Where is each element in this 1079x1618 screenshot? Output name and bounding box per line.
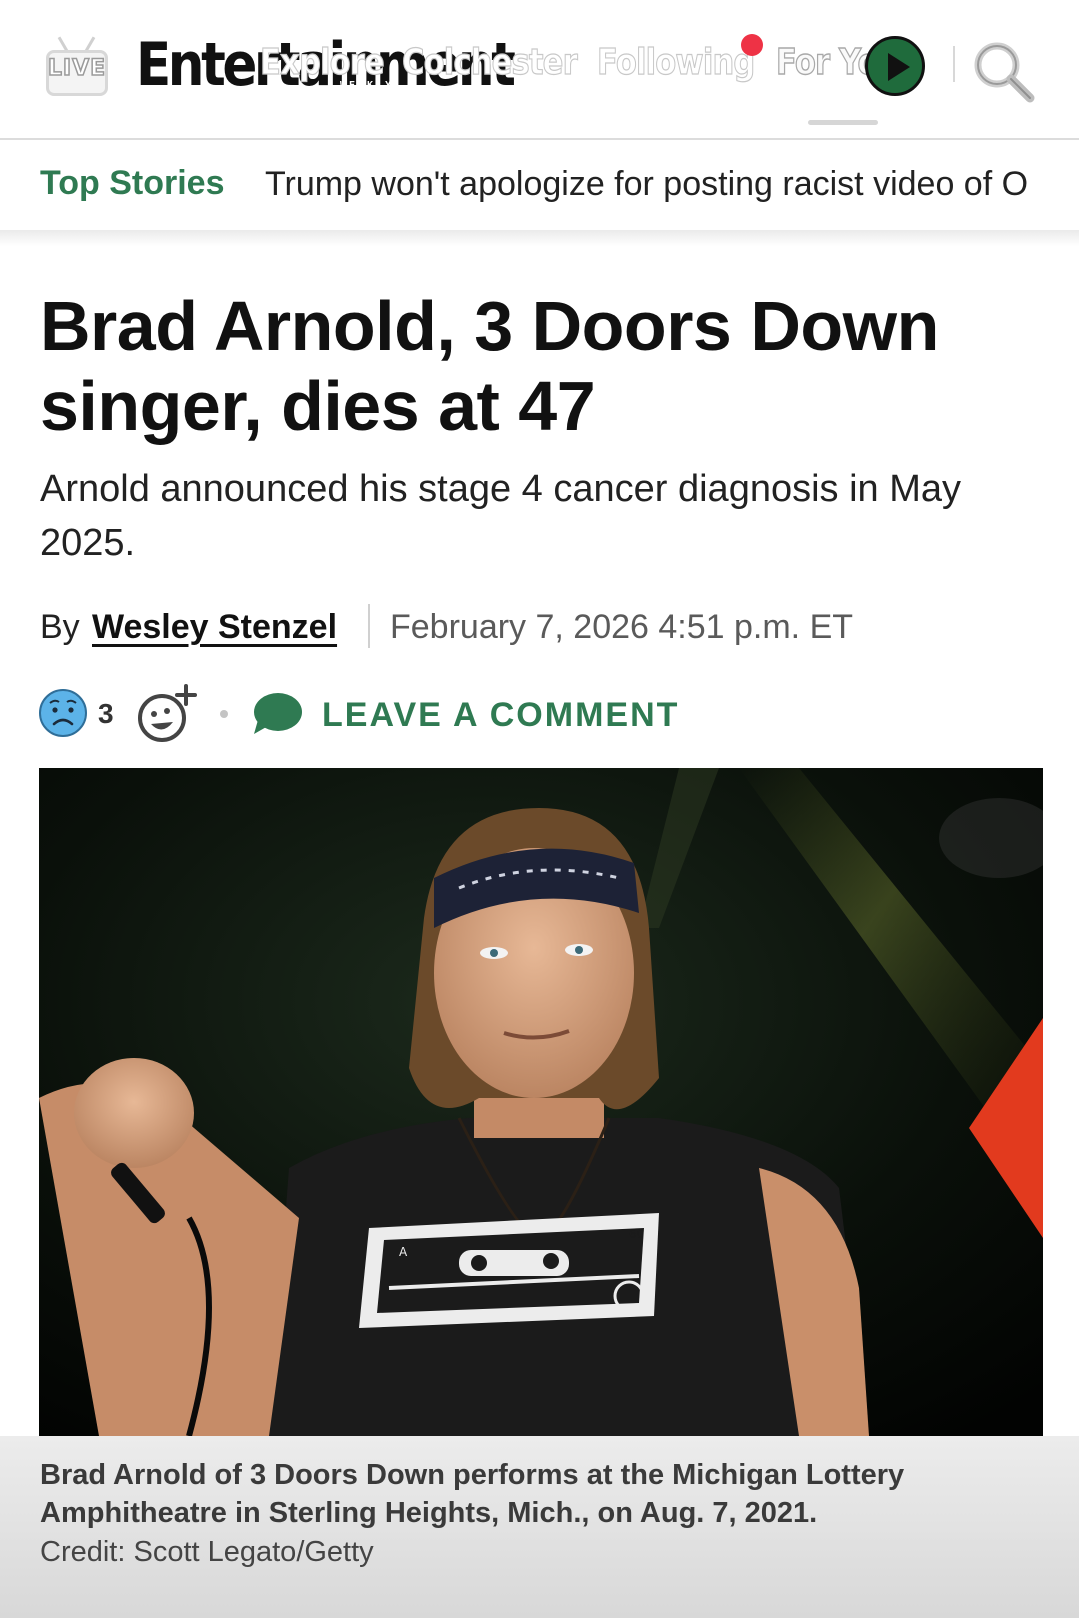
- byline-prefix: By: [40, 608, 80, 646]
- byline-divider: [368, 604, 370, 648]
- app-header: LIVE Entertainment WEEKLY Explore Colche…: [0, 0, 1079, 140]
- live-badge-label: LIVE: [47, 55, 107, 82]
- live-tv-icon[interactable]: LIVE: [46, 36, 110, 98]
- shirt-cassette-graphic: 60 A: [359, 1213, 659, 1328]
- notification-dot: [741, 34, 763, 56]
- ticker-shadow: [0, 230, 1079, 246]
- top-stories-ticker: Top Stories Trump won't apologize for po…: [0, 140, 1079, 232]
- reaction-count: 3: [98, 698, 114, 729]
- photo-credit: Credit: Scott Legato/Getty: [40, 1536, 374, 1568]
- reaction-separator-dot: [220, 710, 228, 718]
- profile-avatar-icon[interactable]: [865, 36, 925, 96]
- shirt-cassette-side: A: [399, 1245, 408, 1259]
- top-stories-headline[interactable]: Trump won't apologize for posting racist…: [265, 165, 1045, 204]
- comment-bubble-icon[interactable]: [252, 692, 302, 736]
- concert-photo-illustration: 60 A: [39, 768, 1043, 1436]
- author-link[interactable]: Wesley Stenzel: [92, 608, 337, 647]
- tab-following[interactable]: Following: [596, 41, 755, 83]
- worried-face-icon[interactable]: [38, 688, 88, 738]
- shirt-cassette-number: 60: [629, 1227, 644, 1241]
- photo-caption: Brad Arnold of 3 Doors Down performs at …: [40, 1459, 905, 1529]
- active-tab-indicator: [808, 120, 878, 125]
- publish-date: February 7, 2026 4:51 p.m. ET: [390, 608, 854, 646]
- leave-comment-button[interactable]: LEAVE A COMMENT: [322, 696, 679, 735]
- header-divider: [953, 46, 955, 82]
- tab-explore[interactable]: Explore: [259, 41, 385, 83]
- article-dek: Arnold announced his stage 4 cancer diag…: [40, 468, 962, 564]
- article-headline: Brad Arnold, 3 Doors Down singer, dies a…: [40, 287, 939, 445]
- search-icon[interactable]: [970, 38, 1036, 104]
- article-hero-image[interactable]: 60 A: [39, 768, 1043, 1436]
- reaction-bar: 3 LEAVE A COMMENT: [38, 684, 1038, 744]
- add-reaction-icon[interactable]: [136, 684, 198, 744]
- top-stories-label[interactable]: Top Stories: [40, 164, 225, 203]
- tab-colchester[interactable]: Colchester: [401, 41, 578, 83]
